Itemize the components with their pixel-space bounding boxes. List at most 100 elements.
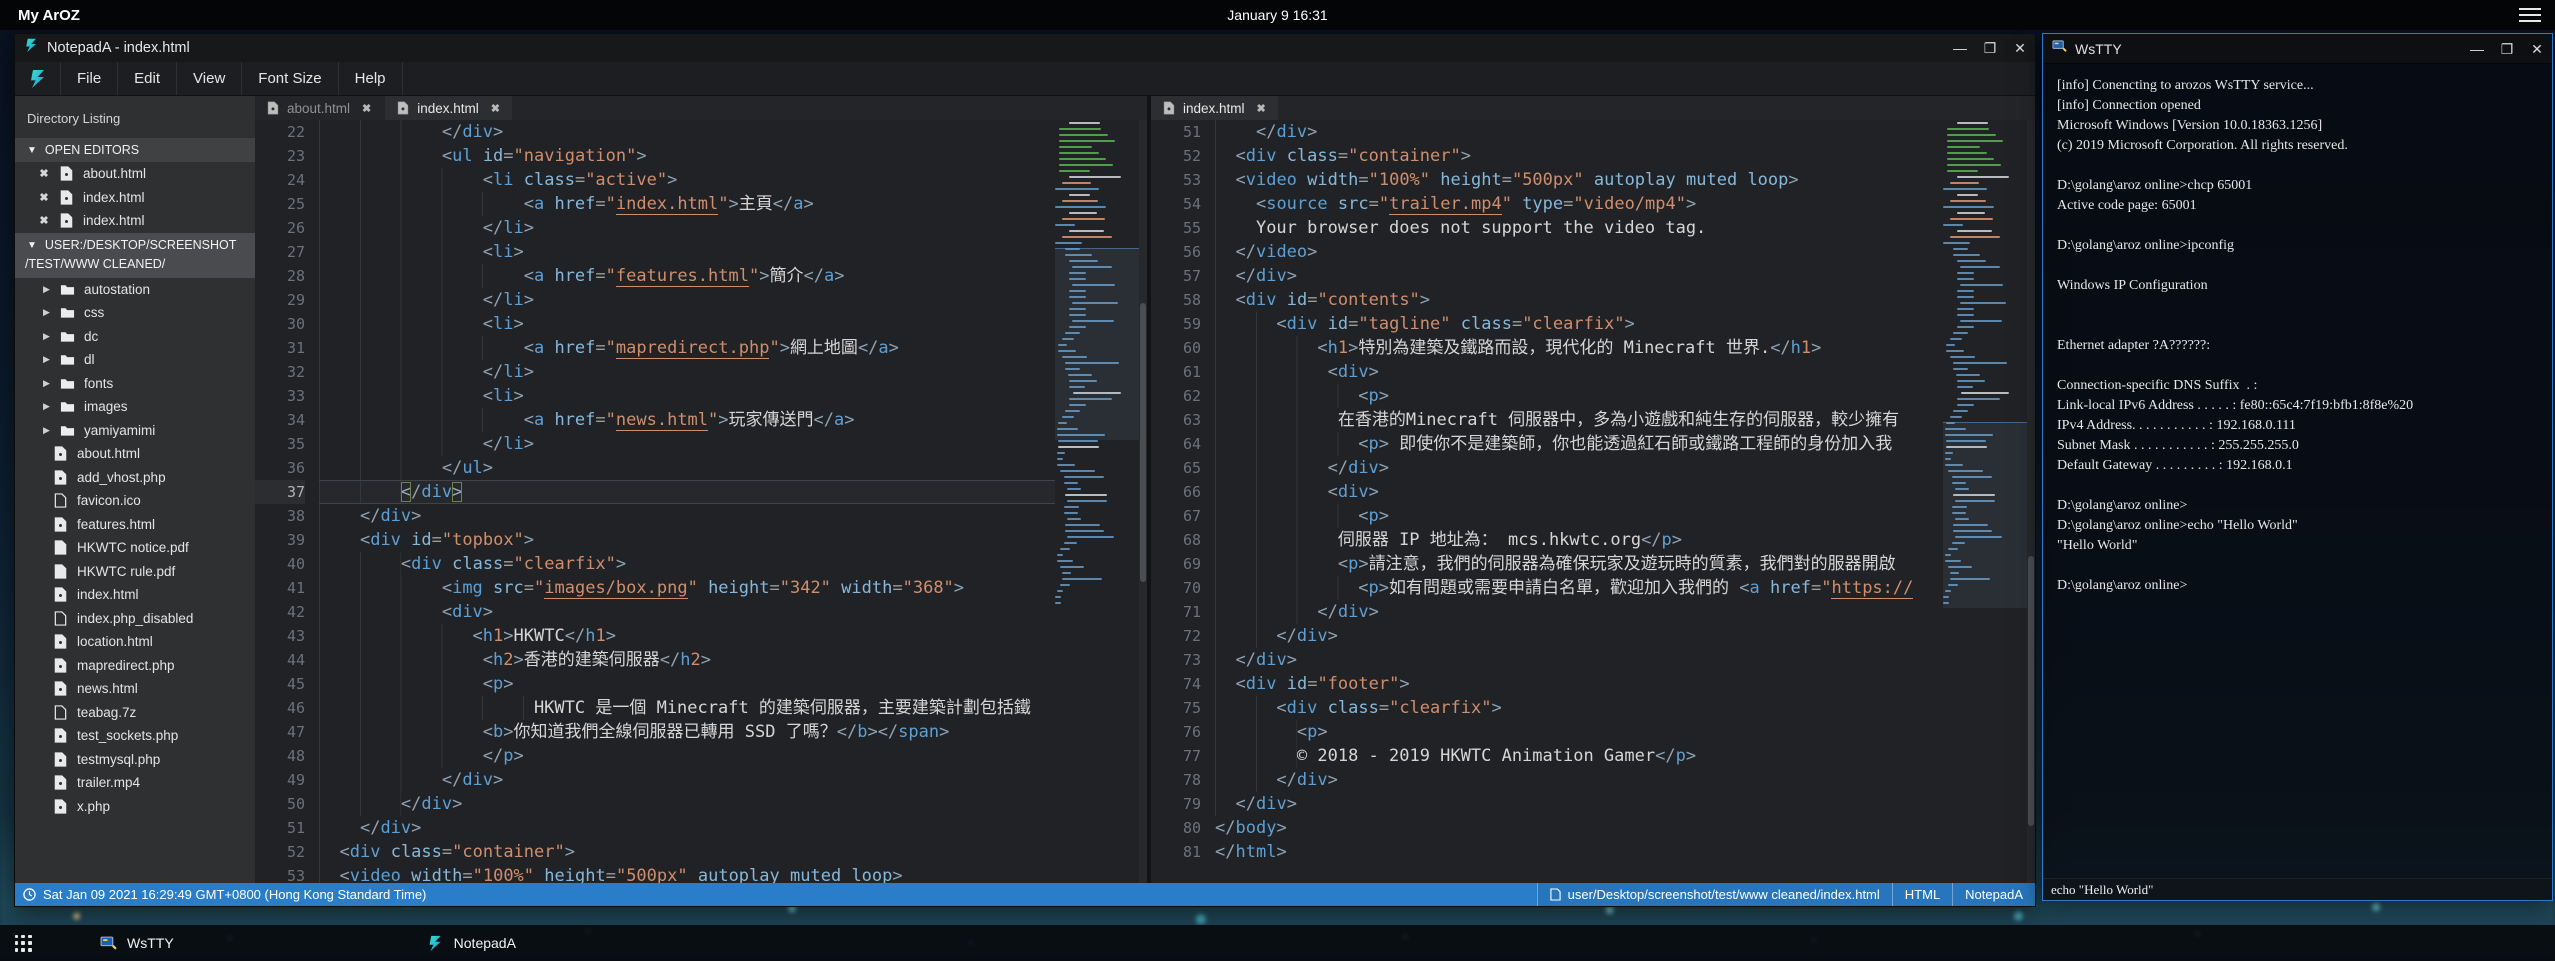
code-line[interactable]: <div class="clearfix"> [1215, 696, 1943, 720]
code-content[interactable]: </div> <ul id="navigation"> <li class="a… [319, 120, 1055, 883]
tree-file[interactable]: index.html [15, 583, 255, 607]
tree-folder-images[interactable]: ▶images [15, 395, 255, 419]
tab-index.html[interactable]: index.html✖ [1151, 96, 1278, 120]
tree-file[interactable]: news.html [15, 677, 255, 701]
tree-file[interactable]: testmysql.php [15, 748, 255, 772]
menu-help[interactable]: Help [339, 62, 403, 95]
code-line[interactable]: </li> [319, 288, 1055, 312]
code-line[interactable]: </div> [1215, 120, 1943, 144]
code-line[interactable]: <div id="tagline" class="clearfix"> [1215, 312, 1943, 336]
code-line[interactable]: <p>請注意，我們的伺服器為確保玩家及遊玩時的質素，我們對的服器開啟 [1215, 552, 1943, 576]
hamburger-menu-icon[interactable] [2519, 8, 2541, 22]
code-line[interactable]: </div> [1215, 624, 1943, 648]
code-line[interactable]: Your browser does not support the video … [1215, 216, 1943, 240]
code-line[interactable]: </video> [1215, 240, 1943, 264]
open-editor-item[interactable]: ✖about.html [15, 162, 255, 186]
tree-file[interactable]: favicon.ico [15, 489, 255, 513]
tree-file[interactable]: teabag.7z [15, 701, 255, 725]
tree-file[interactable]: features.html [15, 513, 255, 537]
code-line[interactable]: </div> [319, 120, 1055, 144]
minimap[interactable] [1943, 120, 2027, 883]
tab-about.html[interactable]: about.html✖ [255, 96, 383, 120]
workspace-folder-header[interactable]: ▼USER:/DESKTOP/SCREENSHOT/TEST/WWW CLEAN… [15, 233, 255, 278]
code-line[interactable]: <div> [1215, 480, 1943, 504]
open-editor-item[interactable]: ✖index.html [15, 209, 255, 233]
maximize-button[interactable]: ❐ [2492, 35, 2522, 63]
tree-file[interactable]: x.php [15, 795, 255, 819]
code-line[interactable]: </ul> [319, 456, 1055, 480]
code-line[interactable]: </div> [1215, 600, 1943, 624]
taskbar-item-notepada[interactable]: NotepadA [413, 925, 530, 961]
tree-folder-dc[interactable]: ▶dc [15, 325, 255, 349]
tree-folder-dl[interactable]: ▶dl [15, 348, 255, 372]
code-line[interactable]: </li> [319, 360, 1055, 384]
scrollbar[interactable] [1139, 120, 1147, 883]
close-button[interactable]: ✕ [2005, 34, 2035, 62]
code-line[interactable]: <video width="100%" height="500px" autop… [1215, 168, 1943, 192]
scrollbar-thumb[interactable] [1140, 303, 1146, 582]
code-content[interactable]: </div> <div class="container"> <video wi… [1215, 120, 1943, 883]
terminal-input[interactable]: echo "Hello World" [2043, 878, 2552, 900]
code-line[interactable]: </div> [1215, 456, 1943, 480]
code-line[interactable]: </div> [1215, 264, 1943, 288]
code-line[interactable]: <div class="clearfix"> [319, 552, 1055, 576]
close-icon[interactable]: ✖ [37, 191, 51, 204]
tree-folder-yamiyamimi[interactable]: ▶yamiyamimi [15, 419, 255, 443]
tree-file[interactable]: location.html [15, 630, 255, 654]
code-line[interactable]: </div> [319, 504, 1055, 528]
aroz-menu-button[interactable]: My ArOZ [18, 7, 80, 24]
code-line[interactable]: <li> [319, 240, 1055, 264]
code-line[interactable]: HKWTC 是一個 Minecraft 的建築伺服器，主要建築計劃包括鐵 [319, 696, 1055, 720]
code-line[interactable]: <h1>HKWTC</h1> [319, 624, 1055, 648]
code-line[interactable]: <li class="active"> [319, 168, 1055, 192]
tree-file[interactable]: AHKWTC notice.pdf [15, 536, 255, 560]
code-line[interactable]: <p> [1215, 384, 1943, 408]
tree-file[interactable]: index.php_disabled [15, 607, 255, 631]
close-icon[interactable]: ✖ [37, 214, 51, 227]
code-line[interactable]: <li> [319, 312, 1055, 336]
code-line[interactable]: <div id="footer"> [1215, 672, 1943, 696]
notepada-titlebar[interactable]: NotepadA - index.html — ❐ ✕ [15, 34, 2035, 62]
code-line[interactable]: <p>如有問題或需要申請白名單，歡迎加入我們的 <a href="https:/… [1215, 576, 1943, 600]
menu-font-size[interactable]: Font Size [242, 62, 338, 95]
code-line[interactable]: <h1>特別為建築及鐵路而設，現代化的 Minecraft 世界.</h1> [1215, 336, 1943, 360]
close-button[interactable]: ✕ [2522, 35, 2552, 63]
taskbar-item-wstty[interactable]: WsTTY [86, 925, 188, 961]
tab-index.html[interactable]: index.html✖ [385, 96, 512, 120]
code-line[interactable]: </div> [1215, 792, 1943, 816]
wstty-titlebar[interactable]: WsTTY — ❐ ✕ [2043, 34, 2552, 64]
code-line[interactable]: <p> [1215, 504, 1943, 528]
code-line[interactable]: <img src="images/box.png" height="342" w… [319, 576, 1055, 600]
code-line[interactable]: <p> [319, 672, 1055, 696]
scrollbar[interactable] [2027, 120, 2035, 883]
start-menu-button[interactable] [0, 925, 46, 961]
maximize-button[interactable]: ❐ [1975, 34, 2005, 62]
code-line[interactable]: © 2018 - 2019 HKWTC Animation Gamer</p> [1215, 744, 1943, 768]
code-line[interactable]: </li> [319, 216, 1055, 240]
open-editors-section-header[interactable]: ▼OPEN EDITORS [15, 138, 255, 162]
code-line[interactable]: <p> [1215, 720, 1943, 744]
open-editor-item[interactable]: ✖index.html [15, 186, 255, 210]
code-line[interactable]: </div> [1215, 768, 1943, 792]
code-line[interactable]: <a href="features.html">簡介</a> [319, 264, 1055, 288]
code-line[interactable]: </p> [319, 744, 1055, 768]
code-line[interactable]: <a href="index.html">主頁</a> [319, 192, 1055, 216]
code-line[interactable]: </div> [319, 816, 1055, 840]
code-line[interactable]: </body> [1215, 816, 1943, 840]
code-line[interactable]: </li> [319, 432, 1055, 456]
code-line[interactable]: <div> [1215, 360, 1943, 384]
tree-folder-autostation[interactable]: ▶autostation [15, 278, 255, 302]
minimap[interactable] [1055, 120, 1139, 883]
close-icon[interactable]: ✖ [1257, 102, 1266, 115]
code-line[interactable]: </div> [319, 792, 1055, 816]
code-line[interactable]: <li> [319, 384, 1055, 408]
code-line[interactable]: <div class="container"> [319, 840, 1055, 864]
tree-file[interactable]: AHKWTC rule.pdf [15, 560, 255, 584]
code-line[interactable]: </div> [319, 768, 1055, 792]
minimize-button[interactable]: — [2462, 35, 2492, 63]
code-line[interactable]: </div> [319, 480, 1055, 504]
tree-folder-fonts[interactable]: ▶fonts [15, 372, 255, 396]
code-line[interactable]: <h2>香港的建築伺服器</h2> [319, 648, 1055, 672]
code-line[interactable]: 在香港的Minecraft 伺服器中，多為小遊戲和純生存的伺服器，較少擁有 [1215, 408, 1943, 432]
code-line[interactable]: <a href="mapredirect.php">網上地圖</a> [319, 336, 1055, 360]
